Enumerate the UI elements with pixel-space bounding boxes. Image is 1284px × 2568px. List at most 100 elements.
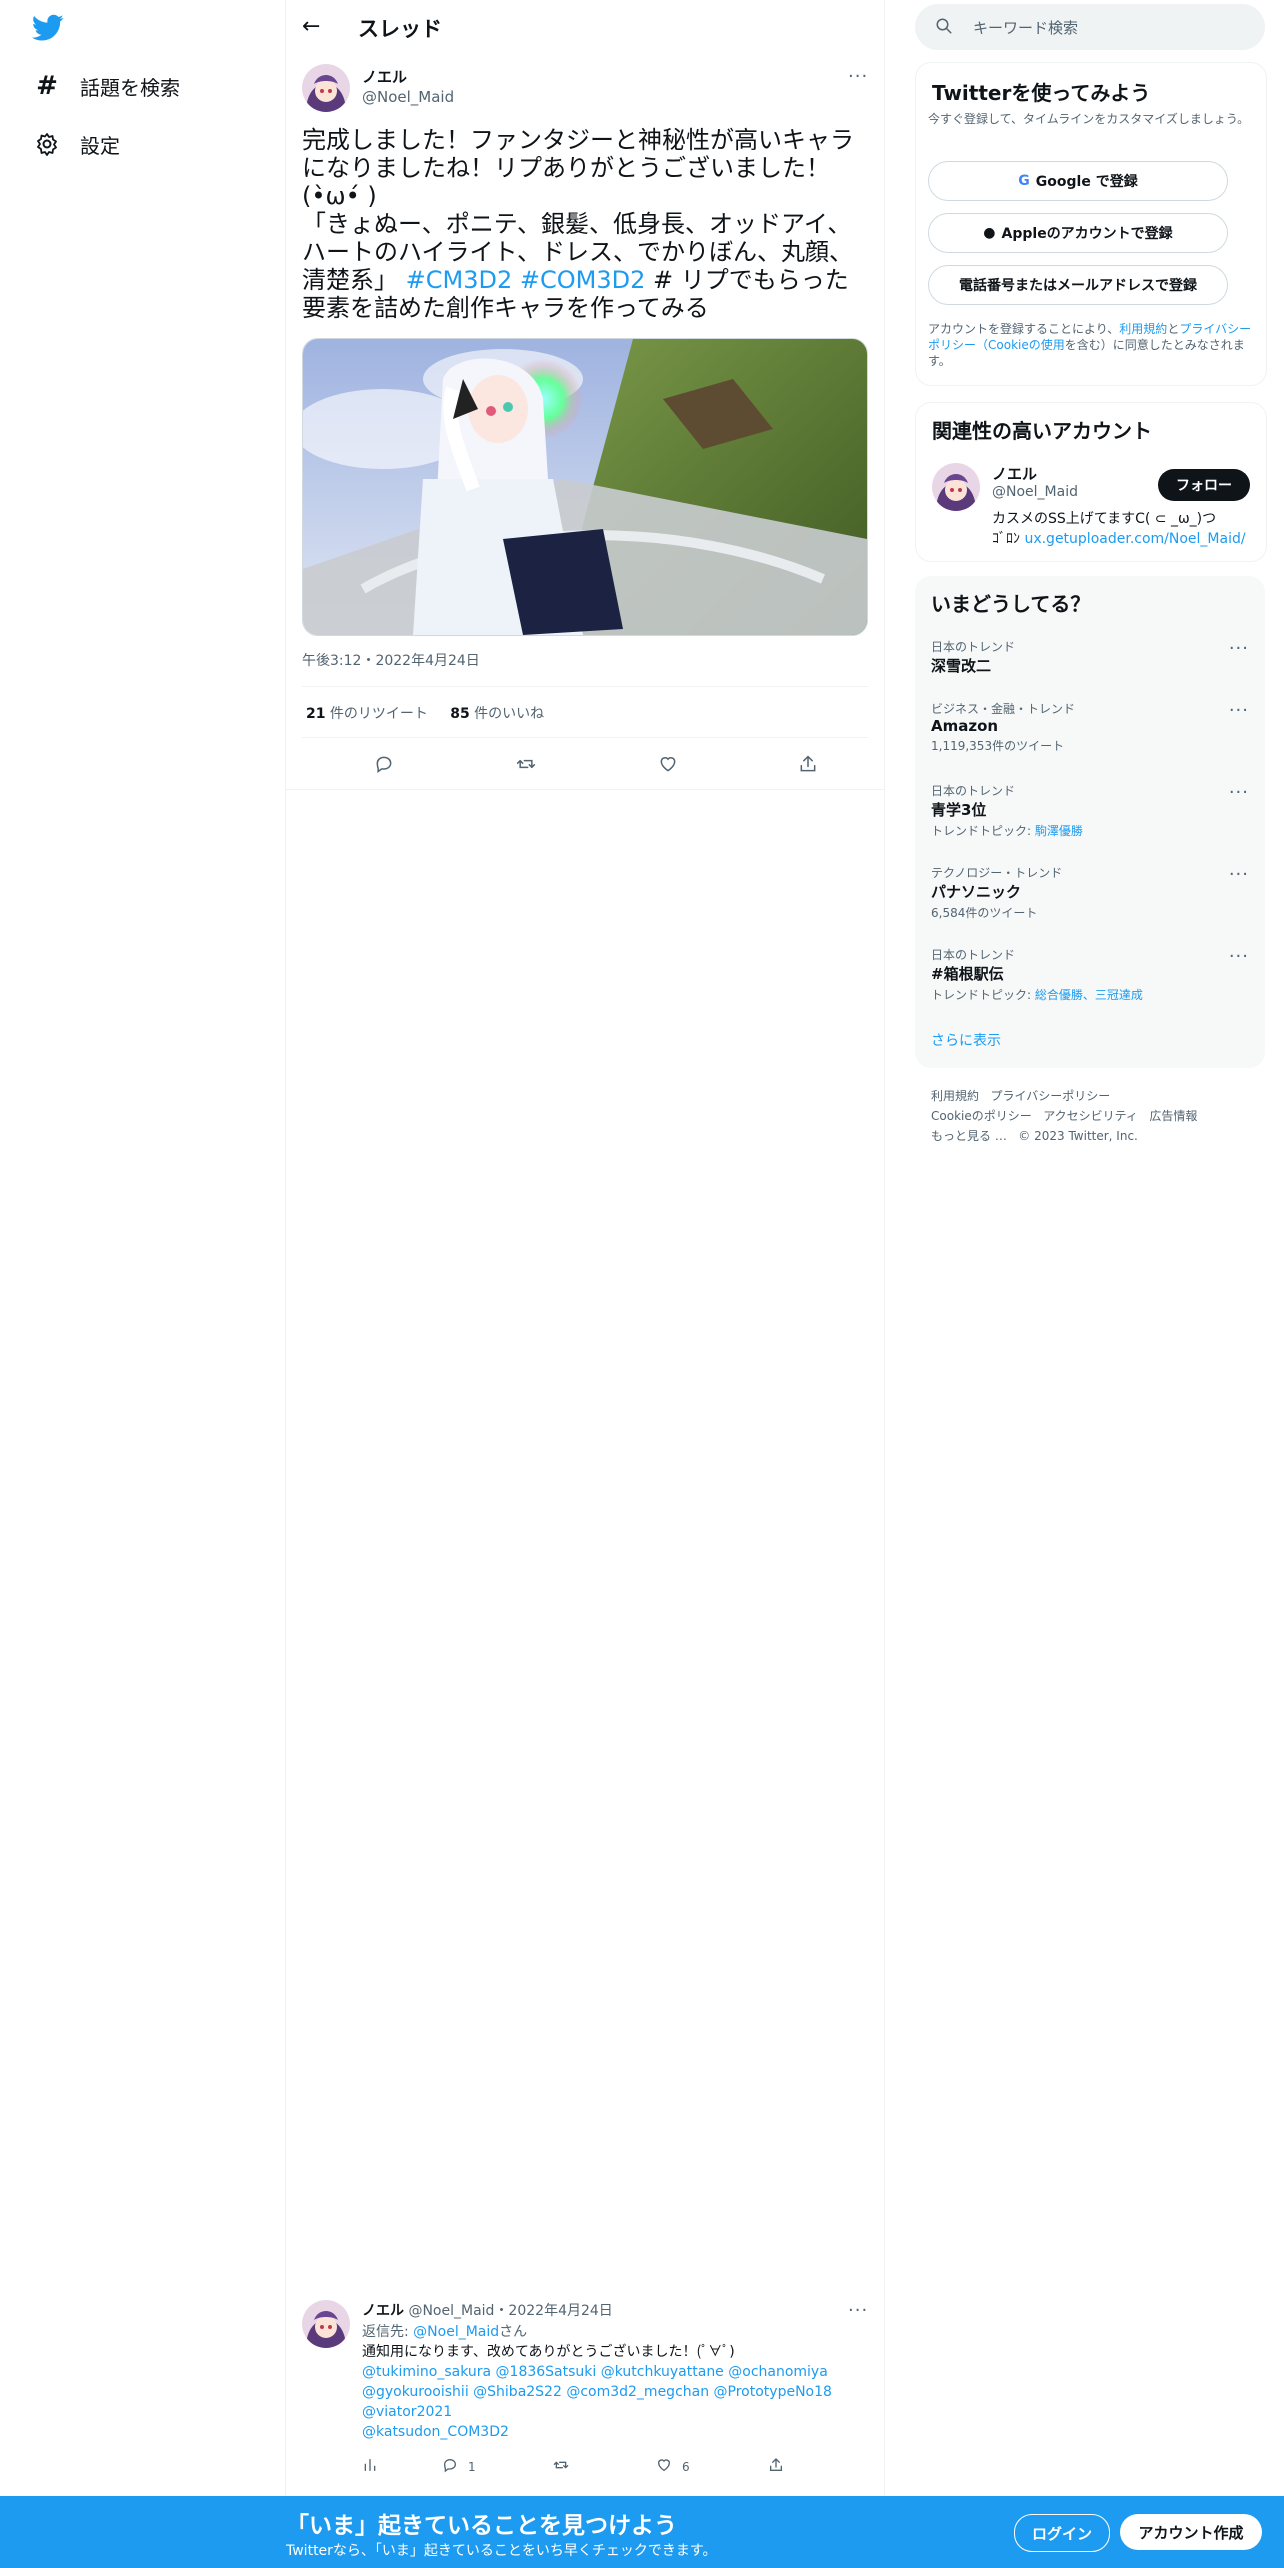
- footer-link[interactable]: 広告情報: [1149, 1109, 1197, 1123]
- reply-more-options-icon[interactable]: ···: [848, 2300, 868, 2321]
- divider: [286, 789, 884, 790]
- trend-more-icon[interactable]: ···: [1229, 946, 1249, 967]
- tweet-timestamp[interactable]: 午後3:12・2022年4月24日: [302, 650, 480, 670]
- trend-more-icon[interactable]: ···: [1229, 700, 1249, 721]
- login-button[interactable]: ログイン: [1014, 2514, 1110, 2552]
- analytics-icon[interactable]: [362, 2457, 378, 2473]
- thread-header: ← スレッド: [286, 0, 884, 54]
- footer-link[interactable]: プライバシーポリシー: [990, 1089, 1110, 1103]
- trend-item[interactable]: ビジネス・金融・トレンド Amazon 1,119,353件のツイート ···: [931, 700, 1249, 754]
- reply-share-icon[interactable]: [768, 2457, 784, 2473]
- footer-link[interactable]: Cookieのポリシー: [931, 1109, 1032, 1123]
- related-accounts-panel: 関連性の高いアカウント ノエル @Noel_Maid フォロー カスメのSS上げ…: [915, 402, 1267, 562]
- trend-extra-line: トレンドトピック: 総合優勝、三冠達成: [931, 986, 1249, 1003]
- trend-extra: 1,119,353件のツイート: [931, 739, 1065, 753]
- reply-to-line: 返信先: @Noel_Maidさん: [362, 2322, 862, 2342]
- retweet-stat[interactable]: 21 件のリツイート: [306, 706, 428, 722]
- avatar[interactable]: [302, 64, 350, 112]
- trend-topic-link[interactable]: 駒澤優勝: [1035, 824, 1083, 838]
- hashtag-link[interactable]: #CM3D2: [406, 266, 513, 294]
- reply-to-prefix: 返信先:: [362, 2324, 414, 2340]
- twitter-logo-icon[interactable]: [32, 14, 64, 42]
- reply-like-button[interactable]: 6: [656, 2457, 690, 2476]
- related-bio-link[interactable]: ux.getuploader.com/Noel_Maid/: [1024, 531, 1245, 547]
- footer-links: 利用規約 プライバシーポリシー Cookieのポリシー アクセシビリティ 広告情…: [931, 1086, 1197, 1146]
- trend-more-icon[interactable]: ···: [1229, 782, 1249, 803]
- more-options-icon[interactable]: ···: [848, 66, 868, 87]
- trend-extra-line: トレンドトピック: 駒澤優勝: [931, 822, 1249, 839]
- related-bio-part: ｺﾞﾛﾝ: [992, 531, 1025, 547]
- trend-item[interactable]: 日本のトレンド 深雪改二 ···: [931, 638, 1249, 676]
- trend-name: #箱根駅伝: [931, 965, 1004, 983]
- terms-link[interactable]: 利用規約: [1119, 322, 1167, 336]
- tweet-image[interactable]: [302, 338, 868, 636]
- reply-mentions-line[interactable]: @viator2021: [362, 2402, 862, 2422]
- reply-count: 1: [468, 2459, 476, 2474]
- footer-more-link[interactable]: もっと見る …: [931, 1129, 1007, 1143]
- bottom-bar-title: 「いま」起きていることを見つけよう: [286, 2513, 677, 2539]
- reply-mentions-line[interactable]: @katsudon_COM3D2: [362, 2422, 862, 2442]
- google-signup-button[interactable]: G Google で登録: [928, 161, 1228, 201]
- signup-button[interactable]: アカウント作成: [1120, 2514, 1262, 2550]
- show-more-link[interactable]: さらに表示: [931, 1030, 1001, 1050]
- author-handle[interactable]: @Noel_Maid: [362, 88, 454, 106]
- trend-name: 青学3位: [931, 801, 987, 819]
- footer-link[interactable]: 利用規約: [931, 1089, 979, 1103]
- author-name[interactable]: ノエル: [362, 66, 407, 87]
- related-avatar[interactable]: [932, 463, 980, 511]
- hashtag-link[interactable]: #COM3D2: [520, 266, 645, 294]
- follow-button[interactable]: フォロー: [1158, 469, 1250, 501]
- google-icon: G: [1018, 173, 1030, 189]
- related-handle[interactable]: @Noel_Maid: [992, 484, 1078, 500]
- trend-category: 日本のトレンド: [931, 640, 1016, 654]
- trend-more-icon[interactable]: ···: [1229, 638, 1249, 659]
- trend-category: テクノロジー・トレンド: [931, 866, 1063, 880]
- phone-email-signup-button[interactable]: 電話番号またはメールアドレスで登録: [928, 265, 1228, 305]
- footer-link[interactable]: アクセシビリティ: [1043, 1109, 1138, 1123]
- reply-header: ノエル @Noel_Maid・2022年4月24日: [362, 2300, 613, 2320]
- reply-date[interactable]: ・2022年4月24日: [494, 2303, 612, 2319]
- like-stat[interactable]: 85 件のいいね: [450, 706, 544, 722]
- reply-author-name[interactable]: ノエル: [362, 2303, 404, 2319]
- trend-name: 深雪改二: [931, 657, 992, 675]
- main-column: ← スレッド ノエル @Noel_Maid ··· 完成しました！ファンタジーと…: [286, 0, 885, 2568]
- reply-avatar[interactable]: [302, 2300, 350, 2348]
- reply-mentions-line[interactable]: @tukimino_sakura @1836Satsuki @kutchkuya…: [362, 2362, 862, 2382]
- gear-icon: [34, 131, 60, 157]
- phone-signup-label: 電話番号またはメールアドレスで登録: [959, 278, 1197, 294]
- reply-mentions-line[interactable]: @gyokurooishii @Shiba2S22 @com3d2_megcha…: [362, 2382, 862, 2402]
- search-bar[interactable]: キーワード検索: [915, 4, 1265, 50]
- like-icon[interactable]: [656, 752, 680, 776]
- signup-subtitle: 今すぐ登録して、タイムラインをカスタマイズしましょう。: [928, 112, 1250, 126]
- back-arrow-icon[interactable]: ←: [302, 14, 320, 39]
- reply-reply-button[interactable]: 1: [442, 2457, 476, 2476]
- retweet-icon[interactable]: [514, 752, 538, 776]
- trend-topic-link[interactable]: 総合優勝、三冠達成: [1035, 988, 1143, 1002]
- trend-name: パナソニック: [931, 883, 1022, 901]
- apple-icon: ●: [983, 225, 996, 241]
- trend-category: ビジネス・金融・トレンド: [931, 702, 1076, 716]
- trend-category: 日本のトレンド: [931, 784, 1016, 798]
- reply-author-handle[interactable]: @Noel_Maid: [408, 2303, 494, 2319]
- trend-item[interactable]: 日本のトレンド 青学3位 トレンドトピック: 駒澤優勝 ···: [931, 782, 1249, 839]
- trend-item[interactable]: テクノロジー・トレンド パナソニック 6,584件のツイート ···: [931, 864, 1249, 921]
- reply-icon[interactable]: [372, 752, 396, 776]
- reply-to-handle-link[interactable]: @Noel_Maid: [413, 2324, 499, 2340]
- share-icon[interactable]: [796, 752, 820, 776]
- page-title: スレッド: [358, 17, 442, 41]
- terms-part: と: [1167, 322, 1180, 336]
- search-input-placeholder[interactable]: キーワード検索: [973, 17, 1078, 38]
- reply-body: 返信先: @Noel_Maidさん 通知用になります、改めてありがとうございまし…: [362, 2322, 862, 2442]
- like-count: 6: [682, 2459, 690, 2474]
- terms-part: アカウントを登録することにより、: [928, 322, 1120, 336]
- nav-item-explore[interactable]: # 話題を検索: [34, 66, 180, 106]
- trend-more-icon[interactable]: ···: [1229, 864, 1249, 885]
- apple-signup-button[interactable]: ● Appleのアカウントで登録: [928, 213, 1228, 253]
- signup-panel: Twitterを使ってみよう 今すぐ登録して、タイムラインをカスタマイズしましょ…: [915, 62, 1267, 386]
- reply-retweet-icon[interactable]: [552, 2457, 570, 2473]
- trend-item[interactable]: 日本のトレンド #箱根駅伝 トレンドトピック: 総合優勝、三冠達成 ···: [931, 946, 1249, 1003]
- nav-item-settings[interactable]: 設定: [34, 124, 120, 164]
- like-count: 85: [450, 706, 470, 722]
- trend-extra: 6,584件のツイート: [931, 906, 1038, 920]
- related-name[interactable]: ノエル: [992, 463, 1037, 484]
